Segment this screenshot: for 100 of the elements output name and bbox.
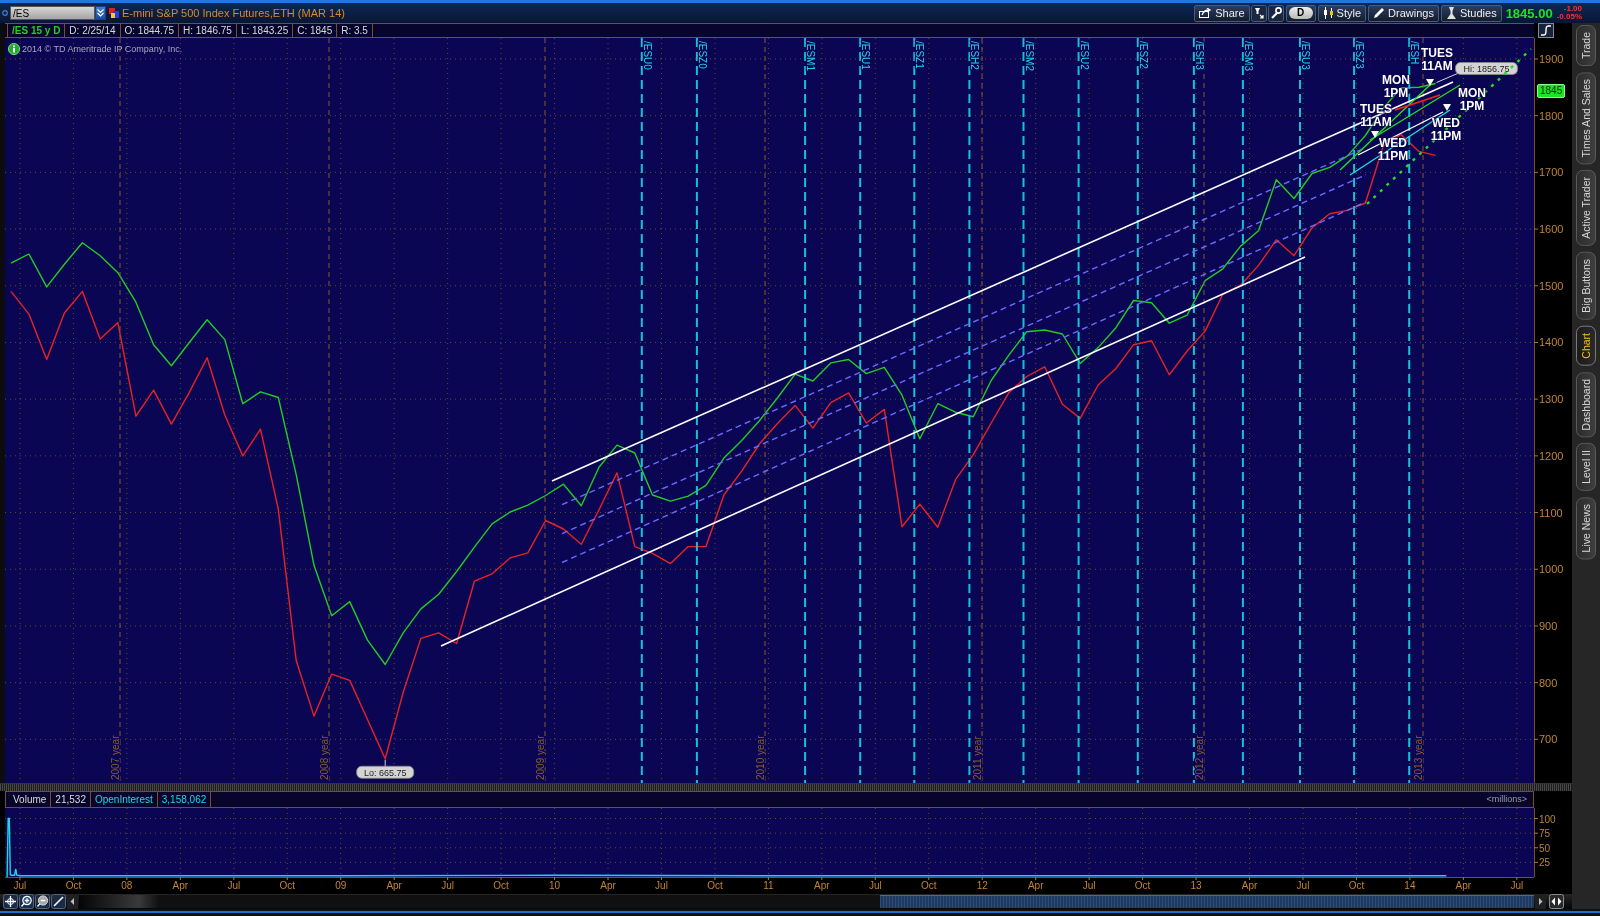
price-axis-label: 900 xyxy=(1539,619,1558,632)
symbol-dropdown-button[interactable] xyxy=(95,6,106,20)
share-button[interactable]: Share xyxy=(1194,4,1250,22)
date-axis-label: Jul xyxy=(227,880,241,891)
side-tab[interactable]: Active Trader xyxy=(1576,170,1596,247)
date-axis-label: 08 xyxy=(121,880,133,891)
triangle-marker-icon xyxy=(1371,131,1379,138)
contract-label: /ESH xyxy=(1409,41,1421,65)
side-tab[interactable]: Chart xyxy=(1576,326,1596,366)
date-axis-label: Oct xyxy=(279,880,296,891)
contract-label: /ESZ0 xyxy=(696,41,708,69)
contract-label: /ESZ1 xyxy=(914,41,926,69)
contract-label: /ESU1 xyxy=(860,41,872,70)
side-tab[interactable]: Big Buttons xyxy=(1576,252,1596,320)
scrollbar[interactable] xyxy=(79,895,1534,908)
year-label: 2010 year xyxy=(754,735,766,780)
side-tab[interactable]: Level II xyxy=(1576,443,1596,491)
expand-icon[interactable] xyxy=(1549,894,1564,909)
price-axis-label: 1500 xyxy=(1539,279,1564,292)
legend-value: 21,532 xyxy=(51,792,91,807)
candlestick-icon xyxy=(1322,7,1334,19)
contract-label: /ESH3 xyxy=(1193,41,1205,70)
crosshair-icon[interactable] xyxy=(3,894,18,909)
time-label: WED 11PM xyxy=(1430,117,1462,143)
time-label: TUES 11AM xyxy=(1421,47,1453,73)
squares-icon xyxy=(109,8,119,18)
date-axis-label: Jul xyxy=(441,880,455,891)
date-axis-label: 10 xyxy=(549,880,561,891)
side-tab[interactable]: Dashboard xyxy=(1576,371,1596,438)
info-icon[interactable] xyxy=(8,43,20,55)
year-label: 2008 year xyxy=(318,735,330,780)
zoom-in-icon[interactable] xyxy=(19,894,34,909)
year-label: 2013 year xyxy=(1412,735,1424,780)
symbol-field[interactable]: /ES xyxy=(10,6,95,20)
date-axis-label: 13 xyxy=(1190,880,1202,891)
contract-label: /ESU3 xyxy=(1300,41,1311,70)
side-tab[interactable]: Times And Sales xyxy=(1576,72,1596,165)
wrench-icon[interactable] xyxy=(1267,4,1284,22)
time-label: MON 1PM xyxy=(1458,87,1486,113)
volume-axis-label: 25 xyxy=(1539,857,1551,869)
triangle-marker-icon xyxy=(1426,79,1434,86)
date-axis-label: Apr xyxy=(814,880,830,891)
date-axis-label: Oct xyxy=(1348,880,1365,891)
contract-label: /ESM2 xyxy=(1023,41,1035,71)
date-axis-label: Apr xyxy=(1455,880,1472,891)
date-axis-label: 11 xyxy=(763,880,774,891)
flask-icon xyxy=(1445,7,1457,19)
price-axis-label: 1800 xyxy=(1539,109,1564,122)
contract-label: /ESH2 xyxy=(969,41,981,70)
date-axis-label: Apr xyxy=(1027,880,1044,891)
price-axis-label: 800 xyxy=(1539,676,1558,689)
contract-label: /ESM3 xyxy=(1242,41,1254,71)
price-change: -1.00 xyxy=(1563,5,1582,13)
period-button[interactable]: D xyxy=(1288,7,1313,19)
price-axis-label: 1300 xyxy=(1539,393,1564,406)
style-button[interactable]: Style xyxy=(1317,4,1367,22)
circle-icon xyxy=(2,10,8,16)
flask-icon[interactable] xyxy=(1250,4,1267,22)
line-tool-icon[interactable] xyxy=(51,894,66,909)
price-axis-label: 1200 xyxy=(1539,449,1564,462)
price-axis-label: 1900 xyxy=(1539,53,1564,65)
date-axis-label: Oct xyxy=(493,880,509,891)
price-axis-label: 1400 xyxy=(1539,336,1564,349)
date-axis-label: Oct xyxy=(707,880,723,891)
date-axis-label: Jul xyxy=(1510,880,1524,891)
year-label: 2009 year xyxy=(534,735,546,780)
volume-axis-label: 75 xyxy=(1539,828,1551,840)
unit-label: <millions> xyxy=(1486,793,1528,806)
date-axis-label: 12 xyxy=(976,880,988,891)
date-axis-label: Jul xyxy=(13,880,27,891)
contract-label: /ESU2 xyxy=(1078,41,1090,70)
date-axis-label: Oct xyxy=(1134,880,1151,891)
date-axis-label: Oct xyxy=(921,880,937,891)
quote-info: H: 1846.75 xyxy=(178,24,237,37)
date-axis-label: Jul xyxy=(655,880,668,891)
quote-info: L: 1843.25 xyxy=(235,24,294,37)
share-icon xyxy=(1199,8,1213,18)
contract-label: /ESU0 xyxy=(641,41,653,70)
year-label: 2012 year xyxy=(1193,735,1205,780)
instrument-title: E-mini S&P 500 Index Futures,ETH (MAR 14) xyxy=(122,7,345,19)
chart-symbol-label: /ES 15 y D xyxy=(7,24,66,37)
volume-axis-label: 50 xyxy=(1539,842,1551,854)
side-tab[interactable]: Live News xyxy=(1576,496,1596,560)
zoom-out-icon[interactable] xyxy=(35,894,50,909)
quote-info: R: 3.5 xyxy=(336,24,373,37)
drawings-button[interactable]: Drawings xyxy=(1368,4,1439,22)
legend-label: Volume xyxy=(9,792,52,807)
price-axis-label: 1700 xyxy=(1539,166,1564,179)
year-label: 2007 year xyxy=(109,735,121,780)
side-tab[interactable]: Trade xyxy=(1576,25,1596,67)
legend-value: 3,158,062 xyxy=(157,792,212,807)
pencil-icon xyxy=(1373,7,1386,19)
annotation: Lo: 665.75 xyxy=(363,767,407,778)
scrollbar-thumb[interactable] xyxy=(880,895,1534,908)
date-axis-label: 14 xyxy=(1404,880,1416,891)
date-axis-label: Jul xyxy=(868,880,882,891)
date-axis-label: Oct xyxy=(65,880,82,891)
studies-button[interactable]: Studies xyxy=(1440,4,1502,22)
copyright-text: 2014 © TD Ameritrade IP Company, Inc. xyxy=(22,44,183,54)
curve-icon[interactable] xyxy=(1538,23,1554,38)
